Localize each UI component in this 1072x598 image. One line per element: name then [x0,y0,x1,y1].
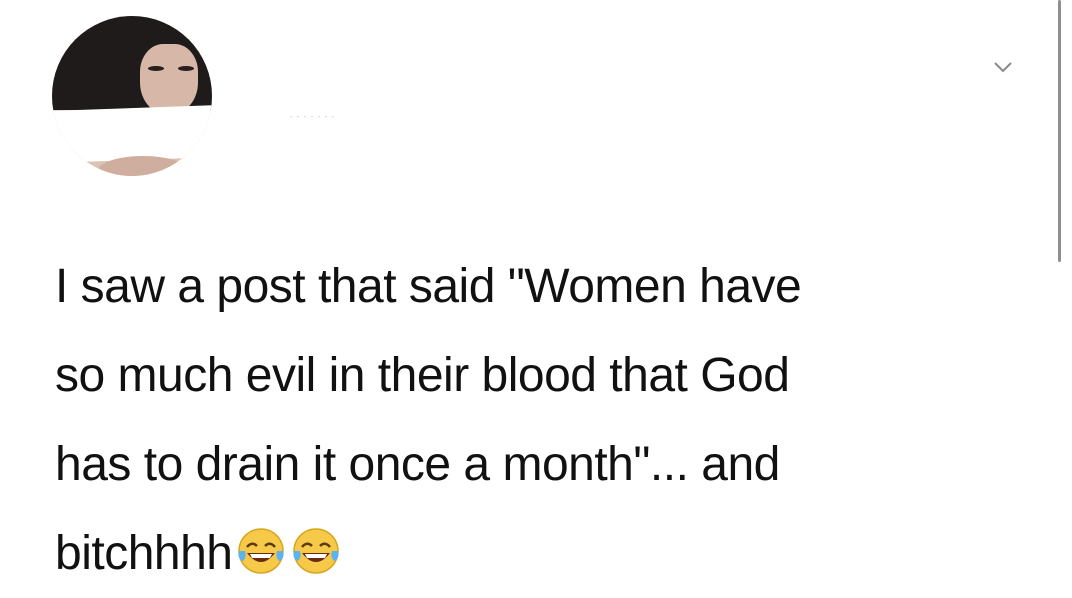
chevron-down-icon[interactable] [993,60,1013,74]
avatar-chin [98,156,188,176]
redacted-handle: ‐ ‐ ‐ ‐ ‐ ‐ ‐ [290,112,335,121]
avatar-face [140,44,198,114]
tweet-line: has to drain it once a month"... and [55,438,780,491]
scrollbar[interactable] [1058,0,1061,262]
tweet-line: so much evil in their blood that God [55,349,790,402]
tweet-line-last: bitchhhh [55,509,1045,598]
tears-of-joy-icon [290,525,342,577]
avatar-redaction [52,105,212,163]
tweet-text: I saw a post that said "Women have so mu… [55,242,1045,598]
tears-of-joy-icon [235,525,287,577]
avatar-eye-right [178,66,194,71]
tweet-line: I saw a post that said "Women have [55,260,802,313]
avatar[interactable] [52,16,212,176]
avatar-eye-left [148,66,164,71]
tweet-line-text: bitchhhh [55,527,233,580]
